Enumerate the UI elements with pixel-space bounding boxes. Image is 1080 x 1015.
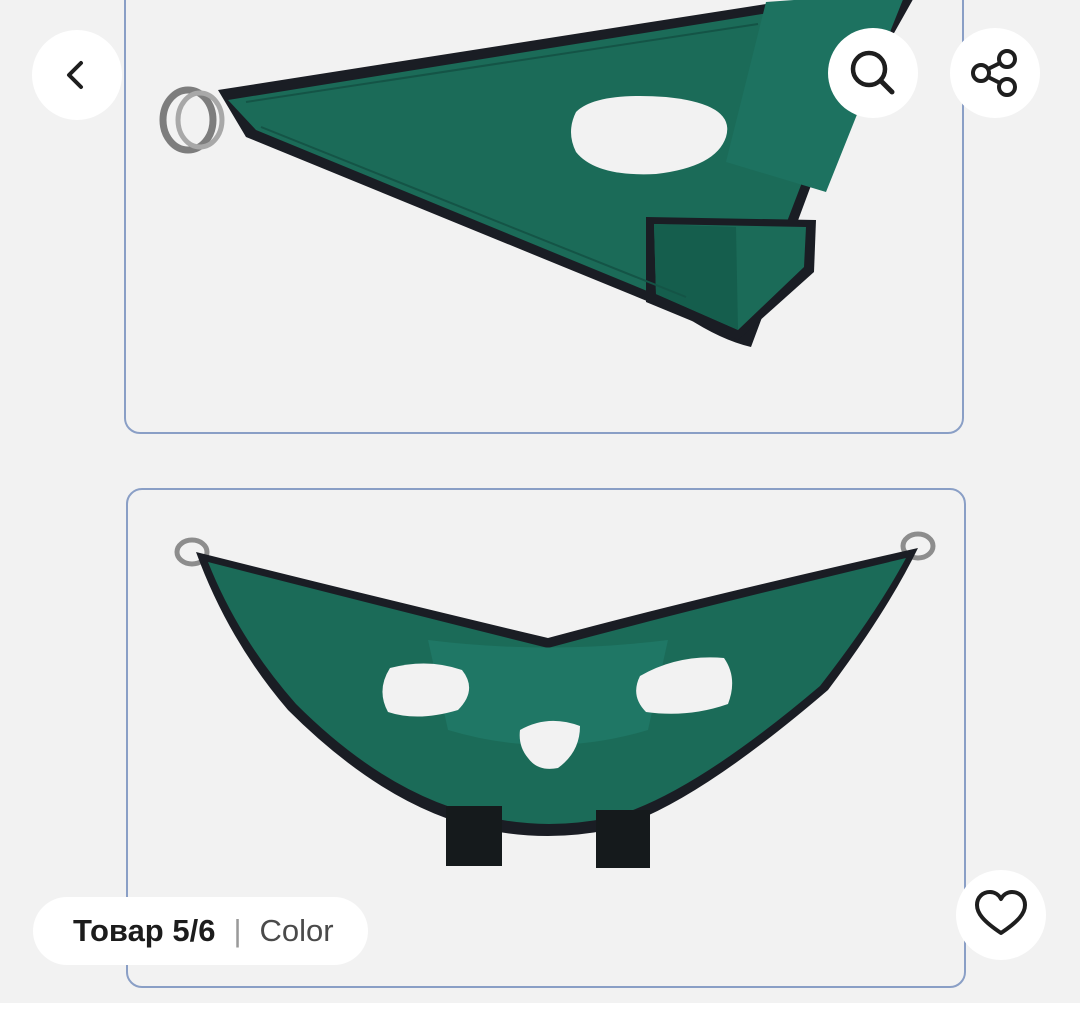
search-button[interactable] — [828, 28, 918, 118]
back-button[interactable] — [32, 30, 122, 120]
gallery-variant-label: Color — [259, 913, 334, 948]
velcro-strap-left — [446, 806, 502, 866]
bottom-edge — [0, 1003, 1080, 1015]
product-gallery-screen: Товар 5/6 | Color — [0, 0, 1080, 1015]
gallery-counter: Товар 5/6 | Color — [33, 897, 368, 965]
chevron-left-icon — [67, 61, 83, 89]
velcro-strap-right — [596, 810, 650, 868]
gallery-position: Товар 5/6 — [73, 913, 216, 948]
search-icon — [850, 50, 895, 95]
favorite-button[interactable] — [956, 870, 1046, 960]
gallery-separator: | — [233, 913, 242, 948]
share-button[interactable] — [950, 28, 1040, 118]
sling-hole-left — [382, 663, 470, 717]
heart-icon — [975, 890, 1027, 935]
share-icon — [971, 49, 1017, 97]
